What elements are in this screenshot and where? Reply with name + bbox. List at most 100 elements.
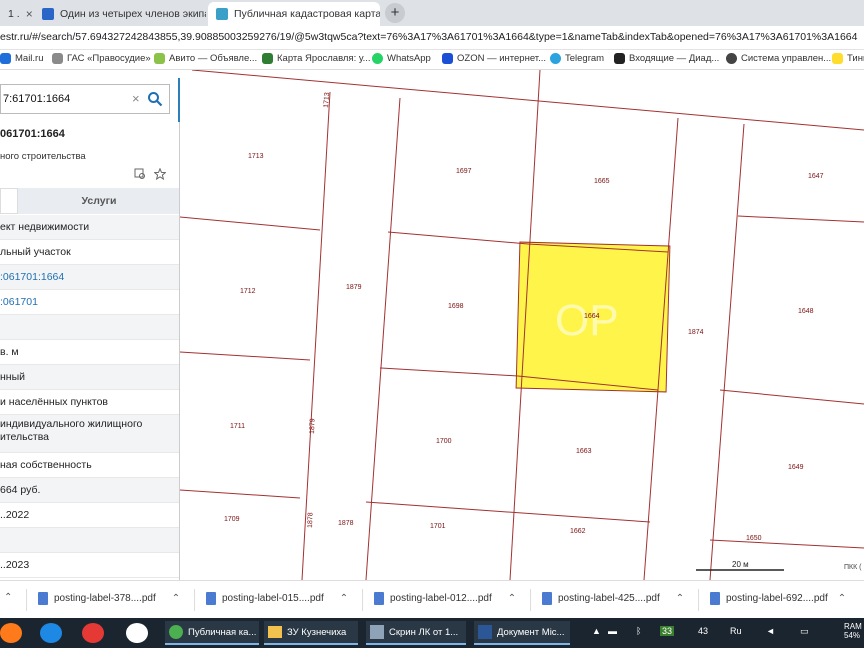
bookmark-ozon[interactable]: OZON — интернет...	[442, 53, 546, 64]
site-favicon-icon	[42, 8, 54, 20]
search-value[interactable]: 7:61701:1664	[3, 93, 70, 105]
download-item[interactable]: posting-label-425....pdf ⌃	[542, 592, 684, 605]
parcel-label[interactable]: 1648	[798, 308, 814, 315]
bluetooth-icon[interactable]: ᛒ	[636, 626, 641, 636]
cadastral-map[interactable]: OP 1713 1697 1665 1647 1712 1879 1698 16…	[180, 70, 864, 580]
bookmark-yaroslavl-map[interactable]: Карта Ярославля: у...	[262, 53, 371, 64]
pdf-file-icon	[542, 592, 552, 605]
battery-icon[interactable]: ▭	[800, 626, 809, 637]
folder-icon	[268, 626, 282, 638]
parcel-label[interactable]: 1665	[594, 178, 610, 185]
bookmark-diadoc[interactable]: Входящие — Диад...	[614, 53, 719, 64]
download-menu-chevron-icon[interactable]: ⌃	[340, 593, 348, 604]
download-item[interactable]: posting-label-378....pdf ⌃	[38, 592, 180, 605]
chrome-icon	[169, 625, 183, 639]
ozon-icon	[442, 53, 453, 64]
tab-close-icon[interactable]: ×	[26, 7, 32, 21]
object-title: 061701:1664	[0, 128, 65, 140]
url-text[interactable]: estr.ru/#/search/57.694327242843855,39.9…	[0, 31, 857, 43]
download-item[interactable]: posting-label-692....pdf ⌃	[710, 592, 846, 605]
browser-globe-icon[interactable]	[40, 623, 62, 643]
download-menu-chevron-icon[interactable]: ⌃	[838, 593, 846, 604]
parcel-label[interactable]: 1879	[309, 418, 317, 434]
locate-on-map-icon[interactable]	[134, 168, 146, 180]
map-canvas[interactable]: OP 1713 1697 1665 1647 1712 1879 1698 16…	[180, 70, 864, 580]
clear-search-icon[interactable]: ×	[132, 91, 140, 106]
parcel-label[interactable]: 1664	[584, 313, 600, 320]
favorite-star-icon[interactable]	[154, 168, 166, 180]
network-icon[interactable]: ▬	[608, 626, 617, 636]
parcel-label[interactable]: 1878	[307, 512, 315, 528]
field-date-1: ..2022	[0, 503, 179, 528]
tray-counter[interactable]: 43	[698, 626, 708, 636]
yandex-browser-icon[interactable]	[126, 623, 148, 643]
new-tab-button[interactable]: +	[385, 3, 405, 23]
watermark-text: OP	[555, 296, 619, 345]
speaker-icon[interactable]: ◄	[766, 626, 775, 636]
firefox-icon[interactable]	[0, 623, 22, 643]
yandex-icon[interactable]	[82, 623, 104, 643]
taskbar-folder[interactable]: ЗУ Кузнечиха	[264, 621, 358, 645]
rosreestr-favicon-icon	[216, 8, 228, 20]
parcel-label[interactable]: 1701	[430, 523, 446, 530]
parcel-label[interactable]: 1647	[808, 173, 824, 180]
bookmark-tinkoff[interactable]: Тинь	[832, 53, 864, 64]
taskbar-word[interactable]: Документ Mic...	[474, 621, 570, 645]
parcel-label[interactable]: 1879	[346, 284, 362, 291]
parcel-label[interactable]: 1712	[240, 288, 256, 295]
cadastral-search-input[interactable]: 7:61701:1664 ×	[0, 84, 170, 114]
download-menu-chevron-icon[interactable]: ⌃	[172, 593, 180, 604]
parcel-label[interactable]: 1650	[746, 535, 762, 542]
download-prev-chevron-icon[interactable]: ⌃	[4, 592, 12, 603]
browser-tab-3[interactable]: Публичная кадастровая карта ×	[208, 2, 380, 26]
parcel-label[interactable]: 1713	[323, 92, 331, 108]
avito-icon	[154, 53, 165, 64]
download-menu-chevron-icon[interactable]: ⌃	[676, 593, 684, 604]
telegram-icon	[550, 53, 561, 64]
parcel-label[interactable]: 1697	[456, 168, 472, 175]
parcel-label[interactable]: 1698	[448, 303, 464, 310]
search-icon[interactable]	[147, 91, 163, 107]
bookmark-avito[interactable]: Авито — Объявле...	[154, 53, 257, 64]
parcel-label[interactable]: 1713	[248, 153, 264, 160]
taskbar-screenshot[interactable]: Скрин ЛК от 1...	[366, 621, 466, 645]
taskbar-chrome[interactable]: Публичная ка...	[165, 621, 259, 645]
bookmark-mailru[interactable]: Mail.ru	[0, 53, 44, 64]
field-date-2: ..2023	[0, 553, 179, 578]
globe-icon	[726, 53, 737, 64]
tab-info[interactable]	[0, 188, 18, 214]
field-cadastral-number[interactable]: :061701:1664	[0, 265, 179, 290]
address-bar[interactable]: estr.ru/#/search/57.694327242843855,39.9…	[0, 26, 864, 50]
bookmark-sistema[interactable]: Система управлен...	[726, 53, 831, 64]
tab-services[interactable]: Услуги	[18, 188, 179, 214]
parcel-label[interactable]: 1700	[436, 438, 452, 445]
field-area: в. м	[0, 340, 179, 365]
browser-tab-1[interactable]: 1 . ×	[0, 2, 32, 26]
tray-arrow-icon[interactable]: ▲	[592, 626, 601, 636]
panel-tabs: Услуги	[0, 188, 179, 214]
ram-indicator: RAM 54%	[844, 622, 862, 640]
bookmark-whatsapp[interactable]: WhatsApp	[372, 53, 431, 64]
tray-counter-badge[interactable]: 33	[660, 626, 675, 636]
language-indicator[interactable]: Ru	[730, 626, 742, 636]
pdf-file-icon	[38, 592, 48, 605]
object-subtitle: ного строительства	[0, 151, 86, 162]
parcel-label[interactable]: 1878	[338, 520, 354, 527]
parcel-label[interactable]: 1662	[570, 528, 586, 535]
parcel-label[interactable]: 1874	[688, 329, 704, 336]
parcel-label[interactable]: 1711	[230, 423, 245, 430]
parcel-label[interactable]: 1709	[224, 516, 240, 523]
browser-tab-2[interactable]: Один из четырех членов экипа ×	[34, 2, 206, 26]
download-menu-chevron-icon[interactable]: ⌃	[508, 593, 516, 604]
field-cadastral-value: 664 руб.	[0, 478, 179, 503]
field-permitted-use: индивидуального жилищного ительства	[0, 415, 179, 453]
scale-label: 20 м	[732, 560, 749, 569]
parcel-label[interactable]: 1663	[576, 448, 592, 455]
whatsapp-icon	[372, 53, 383, 64]
field-cadastral-quarter[interactable]: :061701	[0, 290, 179, 315]
parcel-label[interactable]: 1649	[788, 464, 804, 471]
download-item[interactable]: posting-label-015....pdf ⌃	[206, 592, 348, 605]
download-item[interactable]: posting-label-012....pdf ⌃	[374, 592, 516, 605]
bookmark-telegram[interactable]: Telegram	[550, 53, 604, 64]
bookmark-gas[interactable]: ГАС «Правосудие»	[52, 53, 151, 64]
